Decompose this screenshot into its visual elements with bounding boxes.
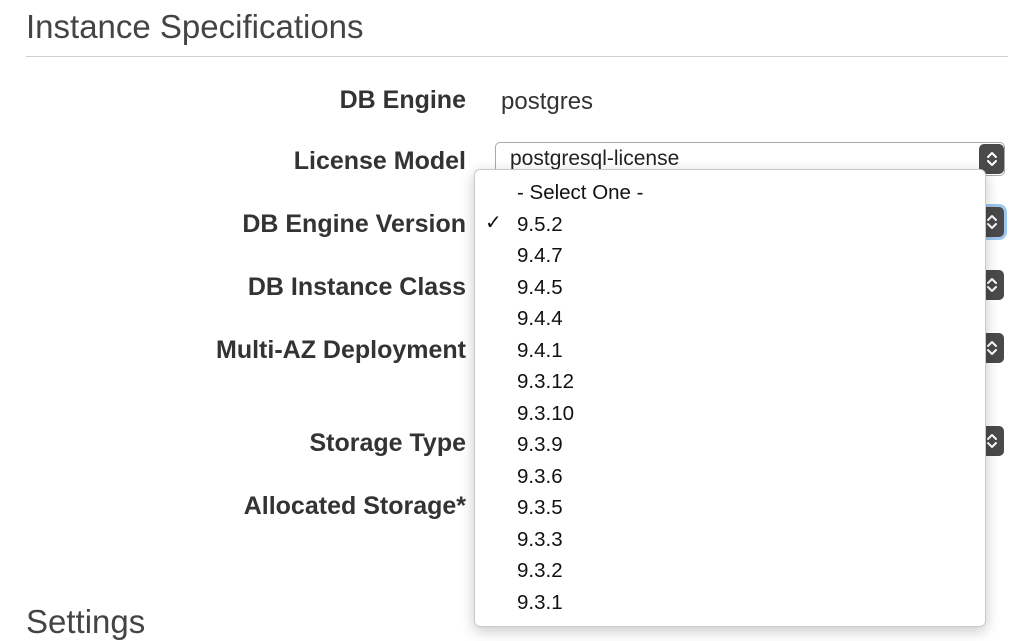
db-engine-version-dropdown-menu[interactable]: ✓ - Select One - 9.5.2 9.4.7 9.4.5 9.4.4… <box>474 169 986 627</box>
dropdown-option[interactable]: 9.3.12 <box>517 370 574 394</box>
dropdown-option[interactable]: 9.3.5 <box>517 496 563 520</box>
dropdown-option[interactable]: 9.4.7 <box>517 244 563 268</box>
dropdown-option[interactable]: 9.3.9 <box>517 433 563 457</box>
dropdown-option[interactable]: 9.3.6 <box>517 465 563 489</box>
license-model-selected-value: postgresql-license <box>510 147 680 170</box>
dropdown-option[interactable]: 9.5.2 <box>517 213 563 237</box>
db-engine-value: postgres <box>501 88 594 115</box>
dropdown-option[interactable]: 9.3.2 <box>517 559 563 583</box>
label-db-instance-class: DB Instance Class <box>247 273 466 301</box>
section-title-instance-specifications: Instance Specifications <box>26 8 364 45</box>
checkmark-icon: ✓ <box>485 212 502 234</box>
section-title-settings: Settings <box>26 603 146 640</box>
label-storage-type: Storage Type <box>309 429 466 457</box>
dropdown-option[interactable]: 9.3.3 <box>517 528 563 552</box>
label-license-model: License Model <box>293 147 466 175</box>
label-allocated-storage: Allocated Storage* <box>243 492 466 520</box>
dropdown-option[interactable]: 9.4.1 <box>517 339 563 363</box>
dropdown-option[interactable]: 9.3.1 <box>517 591 563 615</box>
label-db-engine-version: DB Engine Version <box>242 210 466 238</box>
dropdown-option[interactable]: 9.3.10 <box>517 402 574 426</box>
section-divider <box>26 56 1008 57</box>
dropdown-option[interactable]: 9.4.4 <box>517 307 563 331</box>
label-multi-az-deployment: Multi-AZ Deployment <box>216 336 466 364</box>
dropdown-option-select-one[interactable]: - Select One - <box>517 181 643 205</box>
dropdown-option[interactable]: 9.4.5 <box>517 276 563 300</box>
label-db-engine: DB Engine <box>339 86 466 114</box>
